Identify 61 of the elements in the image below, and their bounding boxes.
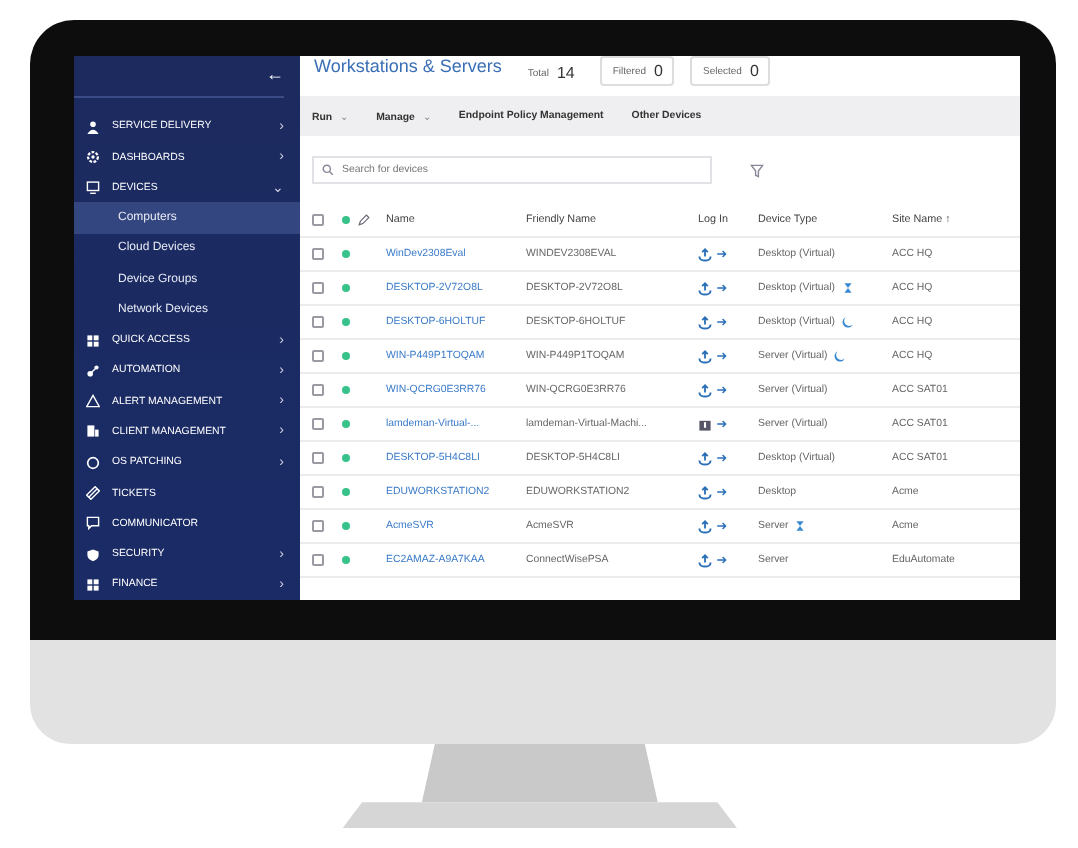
upload-icon[interactable] (698, 451, 712, 465)
checkbox[interactable] (311, 282, 323, 294)
checkbox[interactable] (311, 384, 323, 396)
counter-value: 14 (556, 64, 575, 82)
upload-icon[interactable] (698, 519, 712, 533)
grid-icon (86, 333, 100, 348)
chat-icon (86, 516, 100, 531)
counter-value: 0 (654, 62, 663, 80)
arrow-right-icon[interactable] (716, 350, 728, 362)
checkbox[interactable] (311, 452, 323, 464)
checkbox[interactable] (311, 486, 323, 498)
warning-icon (86, 394, 100, 409)
page-title: Workstations & Servers (314, 56, 502, 78)
grid-icon (86, 577, 100, 592)
status-dot (342, 454, 350, 462)
agent-warning-icon[interactable] (698, 417, 712, 431)
status-dot (342, 216, 350, 224)
status-dot (342, 556, 350, 564)
filter-icon[interactable] (750, 163, 764, 177)
upload-icon[interactable] (698, 349, 712, 363)
settings-icon (86, 150, 100, 165)
status-dot (342, 352, 350, 360)
status-dot (342, 284, 350, 292)
checkbox[interactable] (311, 554, 323, 566)
shield-icon (86, 547, 100, 562)
nodes-icon (86, 363, 100, 378)
upload-icon[interactable] (698, 315, 712, 329)
status-dot (342, 386, 350, 394)
arrow-right-icon[interactable] (716, 452, 728, 464)
upload-icon[interactable] (698, 281, 712, 295)
status-dot (342, 522, 350, 530)
building-icon (86, 424, 100, 439)
collapse-button[interactable]: ← (266, 66, 284, 85)
arrow-right-icon[interactable] (716, 554, 728, 566)
upload-icon[interactable] (698, 247, 712, 261)
checkbox[interactable] (311, 214, 323, 226)
status-dot (342, 250, 350, 258)
arrow-right-icon[interactable] (716, 520, 728, 532)
tag-icon (86, 486, 100, 500)
upload-icon[interactable] (698, 553, 712, 567)
status-dot (342, 318, 350, 326)
arrow-right-icon[interactable] (716, 384, 728, 396)
arrow-right-icon[interactable] (716, 316, 728, 328)
checkbox[interactable] (311, 248, 323, 260)
status-dot (342, 488, 350, 496)
counter-value: 0 (749, 62, 759, 80)
checkbox[interactable] (311, 350, 323, 362)
checkbox[interactable] (311, 520, 323, 532)
checkbox[interactable] (311, 418, 323, 430)
monitor-icon (86, 180, 100, 195)
checkbox[interactable] (311, 316, 323, 328)
upload-icon[interactable] (698, 485, 712, 499)
search-icon (322, 164, 334, 176)
arrow-right-icon[interactable] (716, 282, 728, 294)
person-icon (86, 119, 100, 134)
upload-icon[interactable] (698, 383, 712, 397)
pencil-icon[interactable] (358, 214, 370, 226)
arrow-right-icon[interactable] (716, 486, 728, 498)
arrow-right-icon[interactable] (716, 418, 728, 430)
status-dot (342, 420, 350, 428)
arrow-right-icon[interactable] (716, 248, 728, 260)
